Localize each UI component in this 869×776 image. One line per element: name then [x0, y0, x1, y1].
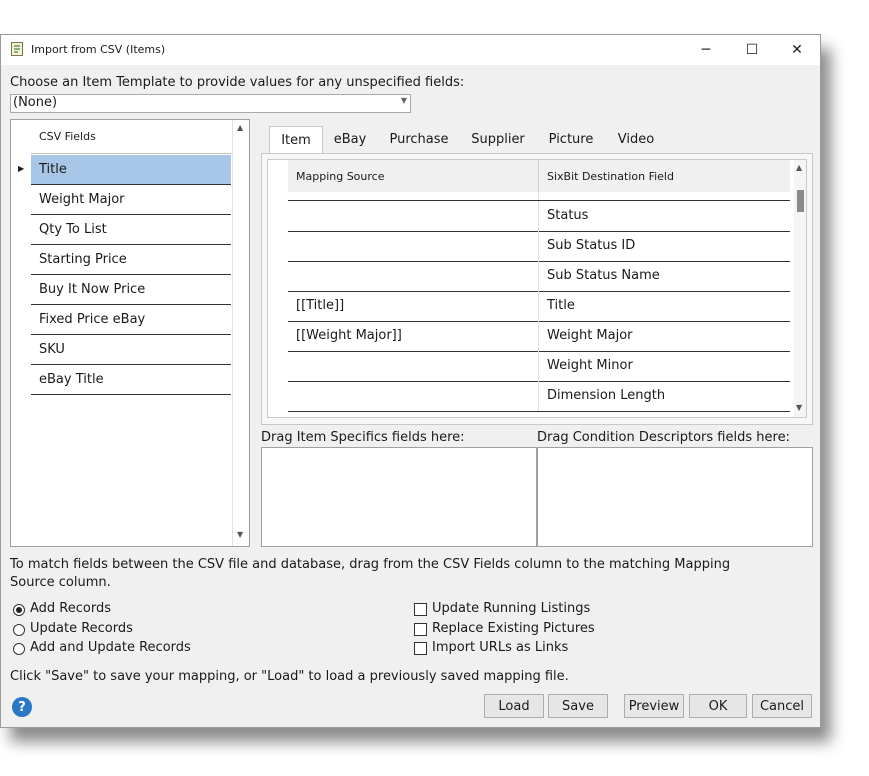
- update-records-radio[interactable]: [13, 624, 25, 636]
- cancel-button[interactable]: Cancel: [752, 694, 812, 718]
- import-urls-as-links-checkbox[interactable]: [414, 642, 427, 655]
- csv-field-item[interactable]: eBay Title: [31, 365, 231, 395]
- add-records-label[interactable]: Add Records: [30, 601, 111, 616]
- import-urls-as-links-label[interactable]: Import URLs as Links: [432, 640, 568, 655]
- table-row[interactable]: [[Title]] Title: [288, 291, 790, 322]
- tab-video[interactable]: Video: [611, 126, 661, 153]
- destination-field-cell: Title: [547, 298, 575, 313]
- destination-field-cell: Weight Minor: [547, 358, 633, 373]
- template-value: (None): [13, 95, 58, 110]
- add-and-update-records-radio[interactable]: [13, 643, 25, 655]
- replace-existing-pictures-label[interactable]: Replace Existing Pictures: [432, 621, 595, 636]
- destination-field-cell: Sub Status ID: [547, 238, 636, 253]
- tab-item[interactable]: Item: [269, 126, 323, 154]
- table-row[interactable]: Sub Status ID: [288, 231, 790, 262]
- table-row[interactable]: Sub Status Name: [288, 261, 790, 292]
- mapping-source-cell[interactable]: [[Title]]: [296, 298, 344, 313]
- tab-purchase[interactable]: Purchase: [381, 126, 457, 153]
- maximize-icon: ☐: [745, 42, 759, 58]
- help-icon[interactable]: ?: [12, 697, 32, 717]
- table-row[interactable]: Status: [288, 201, 790, 232]
- item-specifics-dropzone[interactable]: [261, 447, 537, 547]
- mapping-grid-scrollbar[interactable]: ▲ ▼: [794, 160, 806, 417]
- title-bar[interactable]: Import from CSV (Items) ─ ☐ ✕: [1, 35, 820, 65]
- window-title: Import from CSV (Items): [31, 43, 166, 56]
- table-row[interactable]: [288, 192, 790, 201]
- minimize-button[interactable]: ─: [683, 35, 729, 65]
- update-running-listings-checkbox[interactable]: [414, 603, 427, 616]
- header-divider: [31, 153, 231, 154]
- csv-field-item[interactable]: Starting Price: [31, 245, 231, 275]
- close-icon: ✕: [791, 42, 803, 58]
- condition-descriptors-dropzone[interactable]: [537, 447, 813, 547]
- csv-field-item[interactable]: SKU: [31, 335, 231, 365]
- destination-field-header: SixBit Destination Field: [547, 170, 674, 183]
- table-row[interactable]: Dimension Length: [288, 381, 790, 412]
- csv-fields-scrollbar[interactable]: ▲ ▼: [232, 120, 249, 546]
- maximize-button[interactable]: ☐: [729, 35, 775, 65]
- destination-field-cell: Dimension Length: [547, 388, 666, 403]
- csv-fields-header: CSV Fields: [39, 130, 96, 143]
- add-and-update-records-label[interactable]: Add and Update Records: [30, 640, 191, 655]
- save-button[interactable]: Save: [548, 694, 608, 718]
- csv-field-item[interactable]: Buy It Now Price: [31, 275, 231, 305]
- tab-ebay[interactable]: eBay: [325, 126, 375, 153]
- minimize-icon: ─: [701, 42, 711, 58]
- chevron-down-icon: ▼: [400, 96, 407, 105]
- preview-button[interactable]: Preview: [624, 694, 684, 718]
- scroll-up-icon[interactable]: ▲: [796, 163, 802, 172]
- csv-fields-panel: CSV Fields ▶ Title Weight Major Qty To L…: [10, 119, 250, 547]
- destination-field-cell: Status: [547, 208, 589, 223]
- csv-field-item[interactable]: Title: [31, 155, 231, 185]
- save-hint-text: Click "Save" to save your mapping, or "L…: [10, 669, 569, 684]
- scroll-down-icon[interactable]: ▼: [796, 403, 802, 412]
- add-records-radio[interactable]: [13, 604, 25, 616]
- instruction-text: To match fields between the CSV file and…: [10, 557, 731, 572]
- ok-button[interactable]: OK: [689, 694, 747, 718]
- row-indicator-icon: ▶: [18, 164, 25, 173]
- scroll-up-icon[interactable]: ▲: [237, 123, 243, 132]
- table-row[interactable]: [[Weight Major]] Weight Major: [288, 321, 790, 352]
- close-button[interactable]: ✕: [774, 35, 820, 65]
- update-running-listings-label[interactable]: Update Running Listings: [432, 601, 590, 616]
- mapping-source-cell[interactable]: [[Weight Major]]: [296, 328, 402, 343]
- tab-supplier[interactable]: Supplier: [465, 126, 531, 153]
- instruction-text-continued: Source column.: [10, 575, 111, 590]
- import-csv-dialog: Import from CSV (Items) ─ ☐ ✕ Choose an …: [0, 34, 821, 728]
- item-specifics-label: Drag Item Specifics fields here:: [261, 430, 465, 445]
- tab-picture[interactable]: Picture: [541, 126, 601, 153]
- destination-field-cell: Sub Status Name: [547, 268, 660, 283]
- scroll-down-icon[interactable]: ▼: [237, 530, 243, 539]
- template-select[interactable]: (None) ▼: [10, 94, 411, 113]
- item-tab-panel: Mapping Source SixBit Destination Field …: [261, 153, 813, 425]
- replace-existing-pictures-checkbox[interactable]: [414, 623, 427, 636]
- load-button[interactable]: Load: [484, 694, 544, 718]
- update-records-label[interactable]: Update Records: [30, 621, 133, 636]
- column-divider: [538, 160, 539, 192]
- mapping-grid: Mapping Source SixBit Destination Field …: [267, 159, 807, 418]
- app-icon: [11, 42, 23, 56]
- condition-descriptors-label: Drag Condition Descriptors fields here:: [537, 430, 790, 445]
- scrollbar-thumb[interactable]: [797, 190, 804, 212]
- csv-field-item[interactable]: Weight Major: [31, 185, 231, 215]
- csv-field-item[interactable]: Fixed Price eBay: [31, 305, 231, 335]
- template-label: Choose an Item Template to provide value…: [10, 75, 465, 90]
- destination-field-cell: Weight Major: [547, 328, 633, 343]
- table-row[interactable]: Weight Minor: [288, 351, 790, 382]
- csv-field-item[interactable]: Qty To List: [31, 215, 231, 245]
- mapping-source-header: Mapping Source: [296, 170, 385, 183]
- grid-header: Mapping Source SixBit Destination Field: [288, 160, 790, 192]
